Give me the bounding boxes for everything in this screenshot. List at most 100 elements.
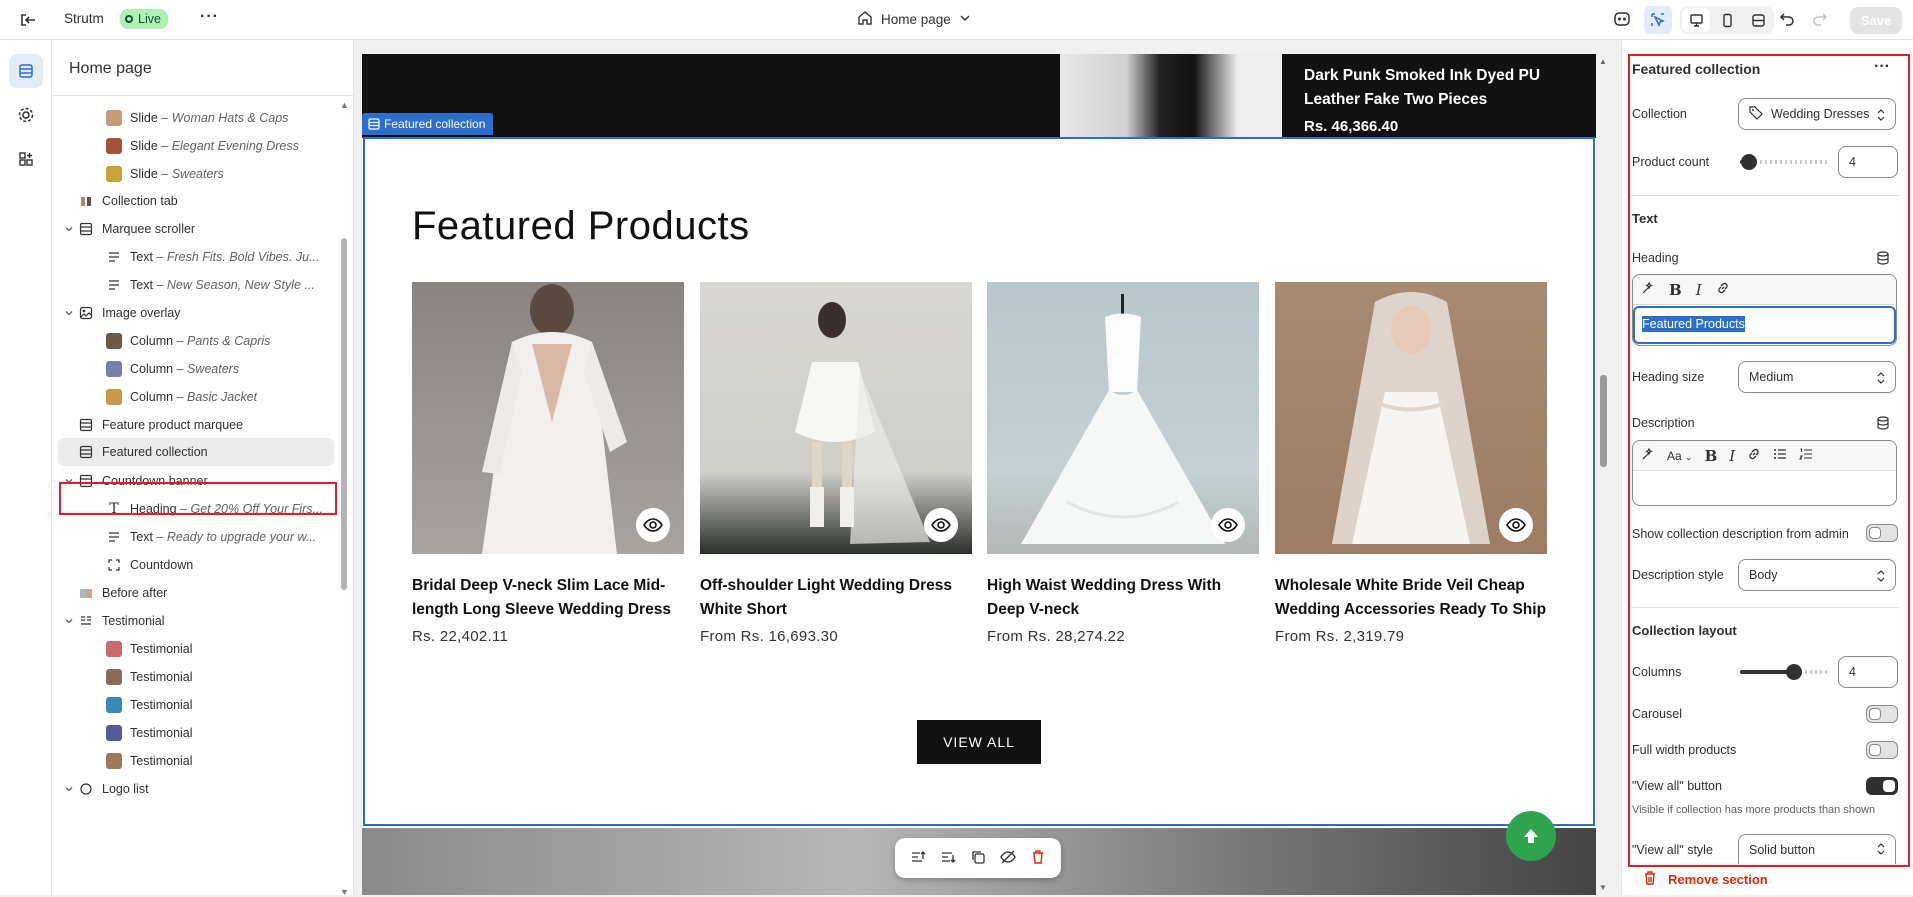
show-description-toggle[interactable] (1866, 524, 1898, 542)
product-name[interactable]: High Waist Wedding Dress With Deep V-nec… (987, 574, 1259, 622)
scroll-up-arrow-icon[interactable]: ▲ (340, 100, 349, 110)
save-button[interactable]: Save (1850, 7, 1902, 34)
bullet-list-icon[interactable] (1773, 447, 1787, 464)
scroll-to-top-button[interactable] (1506, 811, 1556, 861)
bold-icon[interactable]: B (1705, 447, 1718, 465)
dynamic-source-icon[interactable] (1876, 251, 1890, 268)
columns-slider-handle[interactable] (1786, 664, 1802, 680)
sidebar-item-text[interactable]: Text – New Season, New Style ... (58, 271, 334, 299)
canvas-scroll-down-icon[interactable]: ▼ (1599, 883, 1607, 892)
sidebar-item-testimonial[interactable]: Testimonial (58, 607, 334, 635)
sidebar-item-collection-tab[interactable]: Collection tab (58, 187, 334, 215)
link-icon[interactable] (1747, 447, 1761, 464)
numbered-list-icon[interactable] (1799, 447, 1813, 464)
text-size-icon[interactable]: Aa ⌄ (1667, 449, 1693, 463)
full-width-toggle[interactable] (1866, 741, 1898, 759)
heading-input[interactable]: Featured Products (1633, 306, 1896, 344)
sidebar-item-testimonial[interactable]: Testimonial (58, 747, 334, 775)
product-card[interactable]: Wholesale White Bride Veil Cheap Wedding… (1275, 282, 1547, 645)
italic-icon[interactable]: I (1729, 447, 1735, 465)
sidebar-item-text[interactable]: Text – Fresh Fits. Bold Vibes. Ju... (58, 243, 334, 271)
redo-icon[interactable] (1812, 10, 1828, 29)
desktop-view-icon[interactable] (1682, 8, 1710, 32)
sidebar-item-slide[interactable]: Slide – Sweaters (58, 160, 334, 188)
italic-icon[interactable]: I (1696, 281, 1702, 299)
sections-icon[interactable] (9, 54, 43, 88)
ai-assistant-icon[interactable] (1613, 10, 1631, 31)
sidebar-item-column[interactable]: Column – Basic Jacket (58, 383, 334, 411)
product-card[interactable]: High Waist Wedding Dress With Deep V-nec… (987, 282, 1259, 645)
product-count-slider-handle[interactable] (1741, 154, 1757, 170)
bold-icon[interactable]: B (1669, 281, 1682, 299)
sidebar-item-marquee-scroller[interactable]: Marquee scroller (58, 215, 334, 243)
sidebar-scrollbar[interactable] (341, 238, 347, 590)
apps-icon[interactable] (9, 142, 43, 176)
inspector-icon[interactable] (1644, 6, 1672, 34)
sidebar-item-testimonial[interactable]: Testimonial (58, 663, 334, 691)
link-icon[interactable] (1716, 281, 1730, 298)
description-style-select[interactable]: Body (1738, 559, 1896, 591)
ai-magic-icon[interactable] (1641, 281, 1655, 298)
collection-picker[interactable]: Wedding Dresses (1738, 98, 1896, 130)
quick-view-icon[interactable] (636, 508, 670, 542)
quick-view-icon[interactable] (924, 508, 958, 542)
page-selector[interactable]: Home page (857, 10, 971, 29)
sidebar-item-testimonial[interactable]: Testimonial (58, 719, 334, 747)
hide-icon[interactable] (1000, 849, 1016, 868)
sidebar-item-text[interactable]: Text – Ready to upgrade your w... (58, 523, 334, 551)
sidebar-item-countdown[interactable]: Countdown (58, 551, 334, 579)
move-down-icon[interactable] (940, 849, 956, 868)
duplicate-icon[interactable] (970, 849, 986, 868)
sidebar-item-logo-list[interactable]: Logo list (58, 775, 334, 803)
delete-icon[interactable] (1030, 849, 1046, 868)
product-image[interactable] (1275, 282, 1547, 554)
sidebar-item-before-after[interactable]: Before after (58, 579, 334, 607)
canvas-scroll-up-icon[interactable]: ▲ (1599, 57, 1607, 66)
sidebar-item-slide[interactable]: Slide – Elegant Evening Dress (58, 132, 334, 160)
sidebar-item-column[interactable]: Column – Sweaters (58, 355, 334, 383)
hero-product-title[interactable]: Dark Punk Smoked Ink Dyed PU Leather Fak… (1304, 64, 1544, 112)
heading-size-select[interactable]: Medium (1738, 361, 1896, 393)
sidebar-item-image-overlay[interactable]: Image overlay (58, 299, 334, 327)
product-name[interactable]: Off-shoulder Light Wedding Dress White S… (700, 574, 972, 622)
featured-heading[interactable]: Featured Products (412, 204, 750, 249)
sidebar-item-slide[interactable]: Slide – Woman Hats & Caps (58, 104, 334, 132)
store-name[interactable]: Strutm (64, 11, 104, 26)
undo-icon[interactable] (1779, 10, 1795, 29)
product-name[interactable]: Bridal Deep V-neck Slim Lace Mid-length … (412, 574, 684, 622)
product-count-input[interactable]: 4 (1838, 146, 1898, 178)
ai-magic-icon[interactable] (1641, 447, 1655, 464)
exit-icon[interactable] (18, 10, 38, 30)
scroll-down-arrow-icon[interactable]: ▼ (340, 887, 349, 897)
columns-input[interactable]: 4 (1838, 656, 1898, 688)
product-image[interactable] (987, 282, 1259, 554)
view-all-button[interactable]: VIEW ALL (917, 720, 1041, 764)
view-all-style-select[interactable]: Solid button (1738, 834, 1896, 864)
dynamic-source-icon[interactable] (1876, 416, 1890, 433)
theme-settings-icon[interactable] (9, 98, 43, 132)
sidebar-item-testimonial[interactable]: Testimonial (58, 635, 334, 663)
chevron-down-icon[interactable] (62, 306, 76, 320)
product-image[interactable] (700, 282, 972, 554)
product-image[interactable] (412, 282, 684, 554)
move-up-icon[interactable] (910, 849, 926, 868)
mobile-view-icon[interactable] (1713, 8, 1741, 32)
sidebar-item-testimonial[interactable]: Testimonial (58, 691, 334, 719)
carousel-toggle[interactable] (1866, 705, 1898, 723)
chevron-down-icon[interactable] (62, 614, 76, 628)
sidebar-item-column[interactable]: Column – Pants & Capris (58, 327, 334, 355)
remove-section-button[interactable]: Remove section (1642, 870, 1768, 889)
panel-more-icon[interactable]: ··· (1874, 58, 1890, 76)
section-tag[interactable]: Featured collection (362, 113, 494, 135)
product-name[interactable]: Wholesale White Bride Veil Cheap Wedding… (1275, 574, 1547, 622)
product-card[interactable]: Bridal Deep V-neck Slim Lace Mid-length … (412, 282, 684, 645)
fullscreen-view-icon[interactable] (1744, 8, 1772, 32)
canvas-scrollbar[interactable] (1600, 375, 1607, 467)
view-all-toggle[interactable] (1866, 777, 1898, 795)
description-editor[interactable]: Aa ⌄ B I (1632, 440, 1897, 506)
product-card[interactable]: Off-shoulder Light Wedding Dress White S… (700, 282, 972, 645)
more-actions-icon[interactable]: ··· (200, 8, 219, 26)
sidebar-item-featured-collection[interactable]: Featured collection (58, 438, 334, 466)
quick-view-icon[interactable] (1211, 508, 1245, 542)
chevron-down-icon[interactable] (62, 782, 76, 796)
